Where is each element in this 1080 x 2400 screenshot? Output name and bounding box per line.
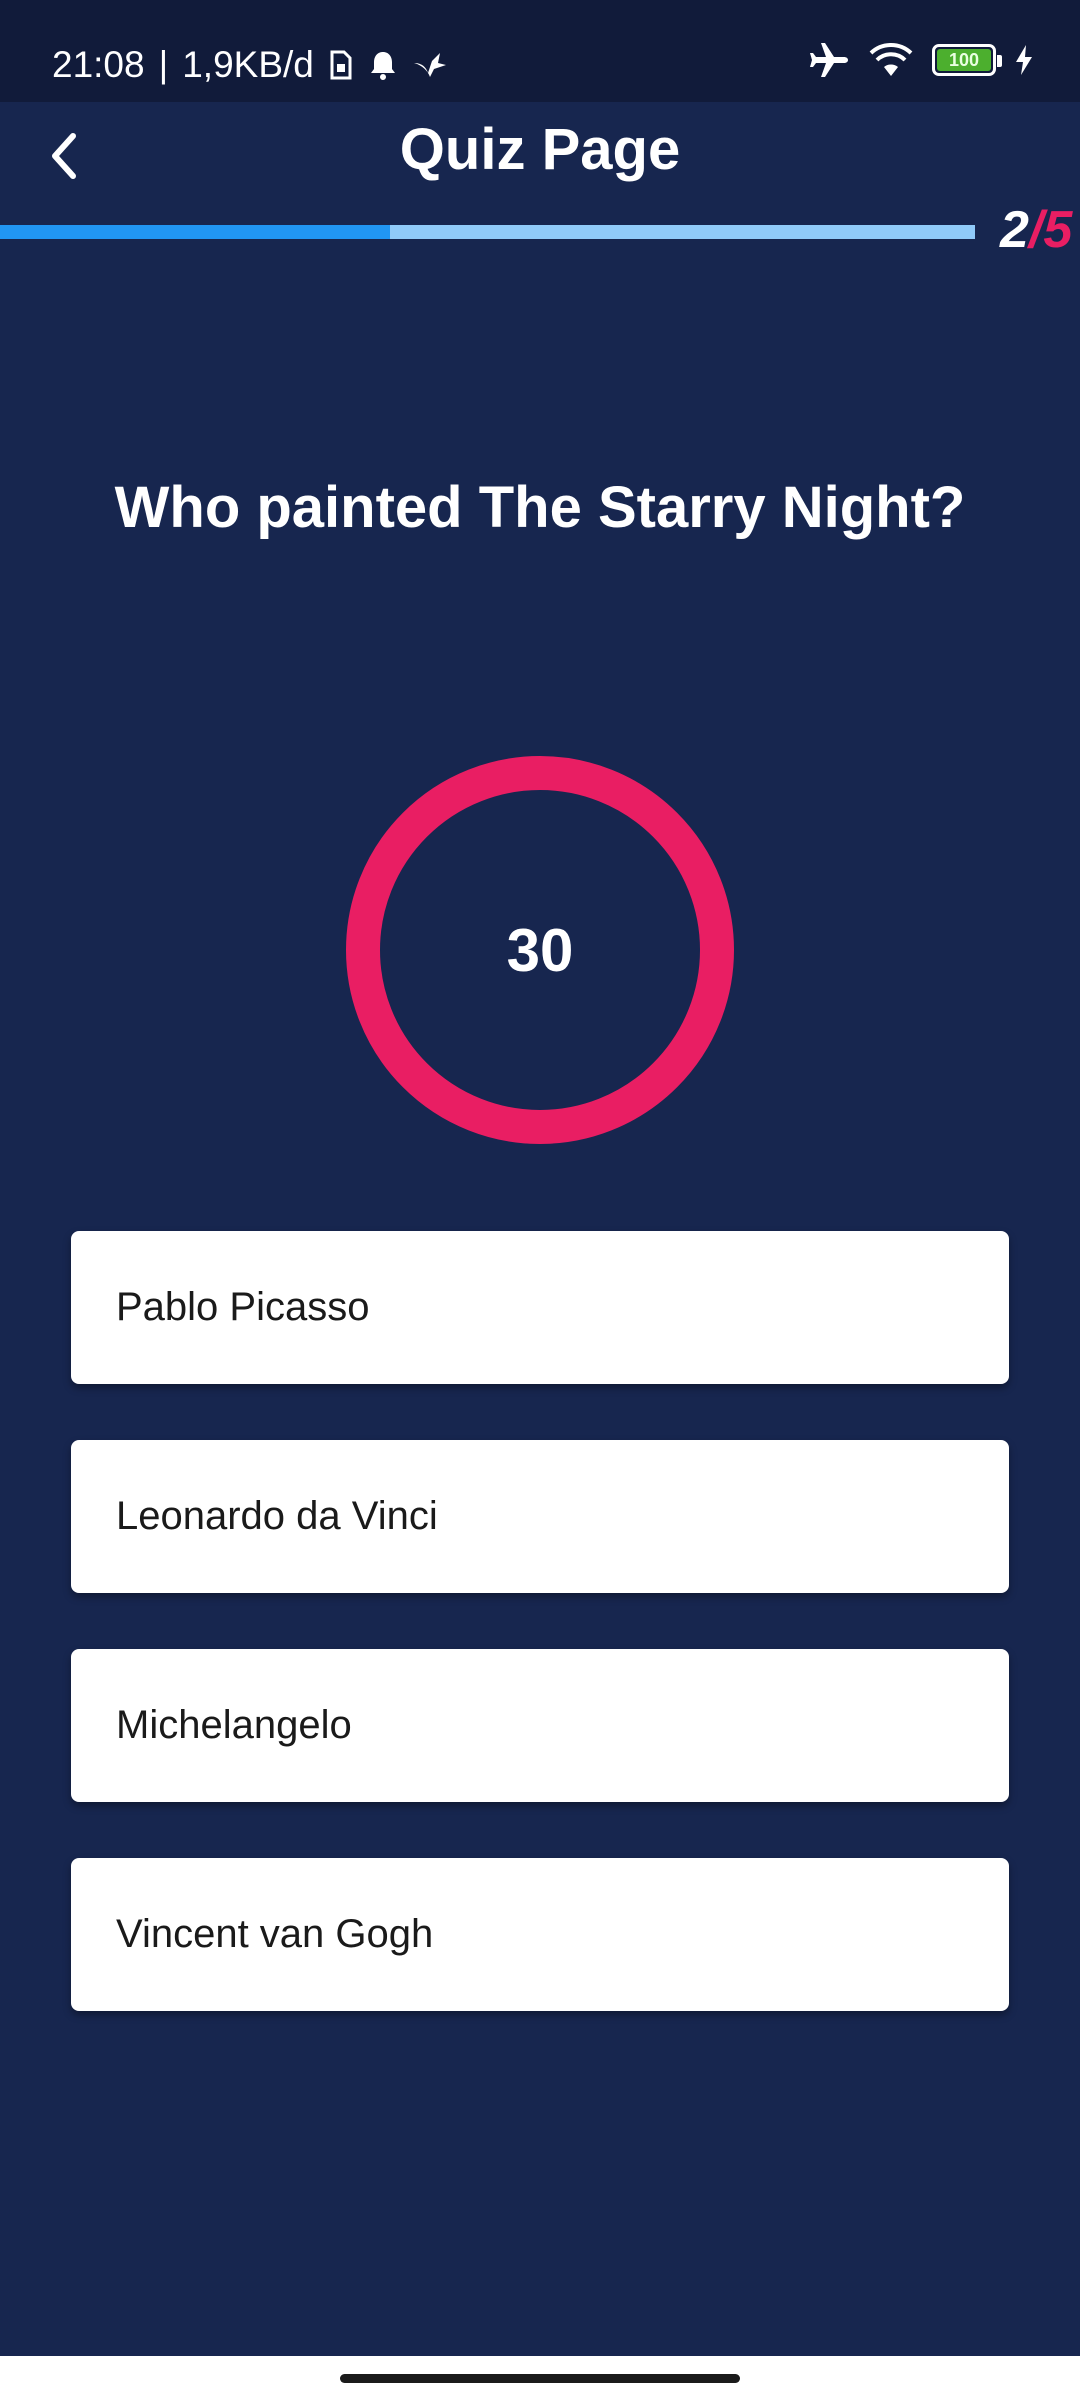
status-separator: | — [158, 44, 169, 85]
answer-option-label: Michelangelo — [116, 1703, 352, 1747]
page-title: Quiz Page — [399, 117, 681, 182]
battery-level: 100 — [937, 49, 991, 71]
status-bar: 21:08 | 1,9KB/d 100 — [0, 0, 1080, 102]
status-right: 100 — [808, 42, 1034, 78]
question-text: Who painted The Starry Night? — [114, 475, 966, 540]
answer-option-label: Vincent van Gogh — [116, 1912, 434, 1956]
bell-icon — [368, 49, 398, 81]
app-bar: Quiz Page — [0, 102, 1080, 222]
answer-option-label: Pablo Picasso — [116, 1285, 370, 1329]
sim-icon — [328, 49, 354, 81]
battery-icon: 100 — [932, 44, 1002, 76]
answer-option-label: Leonardo da Vinci — [116, 1494, 438, 1538]
status-left: 21:08 | 1,9KB/d — [52, 44, 448, 86]
clock: 21:08 — [52, 44, 145, 85]
home-indicator[interactable] — [340, 2374, 740, 2383]
answer-options: Pablo Picasso Leonardo da Vinci Michelan… — [71, 1231, 1009, 2067]
quiz-progress-bar — [0, 225, 975, 239]
answer-option[interactable]: Pablo Picasso — [71, 1231, 1009, 1384]
system-nav-bar — [0, 2356, 1080, 2400]
question-counter-total: /5 — [1028, 201, 1073, 259]
charging-icon — [1014, 44, 1034, 76]
question-counter: 2/5 — [1000, 200, 1072, 260]
question-counter-current: 2 — [1000, 201, 1029, 259]
quiz-progress-fill — [0, 225, 390, 239]
network-speed: 1,9KB/d — [182, 44, 314, 85]
bird-icon — [412, 49, 448, 81]
airplane-mode-icon — [808, 42, 850, 78]
answer-option[interactable]: Leonardo da Vinci — [71, 1440, 1009, 1593]
answer-option[interactable]: Michelangelo — [71, 1649, 1009, 1802]
answer-option[interactable]: Vincent van Gogh — [71, 1858, 1009, 2011]
wifi-icon — [868, 43, 914, 77]
countdown-timer: 30 — [346, 756, 734, 1144]
timer-value: 30 — [506, 916, 574, 984]
